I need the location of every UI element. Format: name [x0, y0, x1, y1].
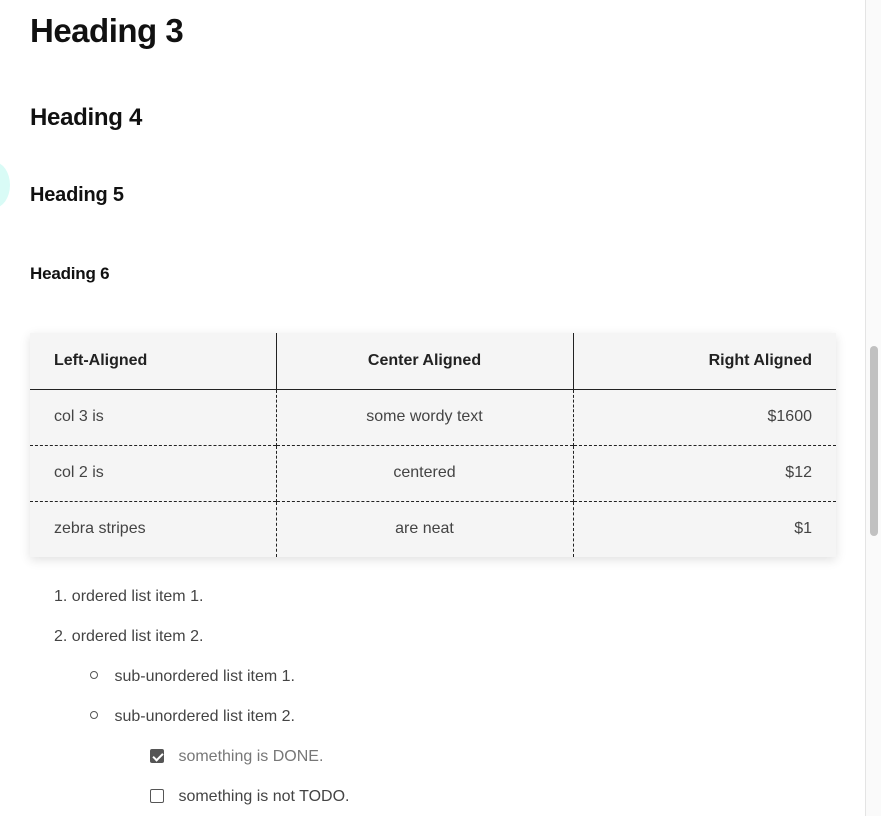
table-header-cell: Left-Aligned [30, 333, 276, 390]
scrollbar-thumb[interactable] [870, 346, 878, 536]
unordered-list-item: sub-unordered list item 1. [90, 666, 295, 688]
ordered-list-item: 1. ordered list item 1. [54, 586, 203, 608]
table-header-cell: Right Aligned [572, 333, 836, 390]
hollow-bullet-icon [90, 671, 98, 679]
table-cell: $1 [572, 500, 836, 557]
table-row: col 2 is centered $12 [30, 444, 836, 501]
list-item-text: ordered list item 1. [71, 588, 204, 605]
ordered-list-item: 2. ordered list item 2. [54, 626, 203, 648]
table-header-cell: Center Aligned [275, 333, 573, 390]
vertical-scrollbar[interactable] [865, 0, 881, 816]
heading-5: Heading 5 [30, 184, 124, 206]
table-row: zebra stripes are neat $1 [30, 500, 836, 557]
table-header-row: Left-Aligned Center Aligned Right Aligne… [30, 333, 836, 390]
heading-3: Heading 3 [30, 12, 184, 49]
list-marker: 1. [54, 588, 68, 605]
table-cell: col 2 is [30, 444, 276, 501]
list-marker: 2. [54, 628, 68, 645]
table-cell: $1600 [572, 389, 836, 445]
task-item-text: something is DONE. [178, 748, 324, 765]
table-cell: some wordy text [275, 389, 573, 445]
document-page: Heading 3 Heading 4 Heading 5 Heading 6 … [0, 0, 881, 816]
unordered-list-item: sub-unordered list item 2. [90, 706, 295, 728]
heading-4: Heading 4 [30, 104, 142, 131]
list-item-text: sub-unordered list item 2. [114, 708, 295, 725]
task-item-text: something is not TODO. [178, 788, 350, 805]
table-cell: col 3 is [54, 408, 104, 425]
unchecked-checkbox[interactable] [150, 789, 164, 803]
hollow-bullet-icon [90, 711, 98, 719]
alignment-table: Left-Aligned Center Aligned Right Aligne… [30, 333, 836, 557]
task-list-item: something is not TODO. [150, 786, 350, 808]
heading-6: Heading 6 [30, 264, 110, 283]
table-cell: zebra stripes [30, 500, 276, 557]
task-list-item: something is DONE. [150, 746, 323, 768]
list-item-text: sub-unordered list item 1. [114, 668, 295, 685]
table-cell: $12 [572, 444, 836, 501]
list-item-text: ordered list item 2. [71, 628, 204, 645]
checked-checkbox[interactable] [150, 749, 164, 763]
decorative-circle [0, 162, 10, 208]
table-cell: centered [275, 444, 573, 501]
table-row: col 3 is some wordy text $1600 [30, 389, 836, 445]
table-cell: are neat [275, 500, 573, 557]
